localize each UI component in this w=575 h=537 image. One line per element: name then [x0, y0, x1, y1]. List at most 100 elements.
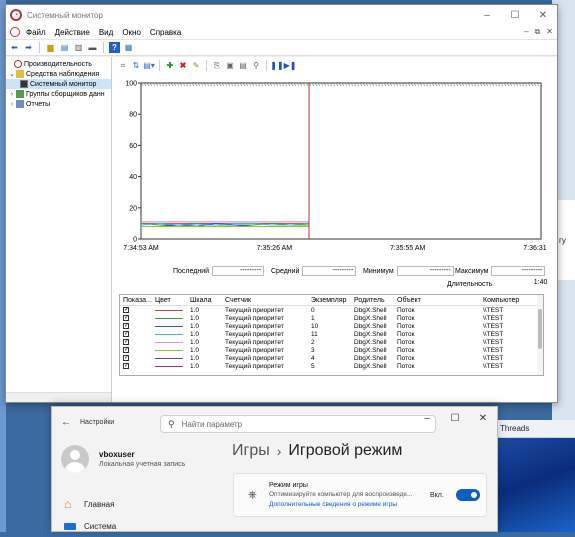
maximize-button[interactable]: ☐ [501, 5, 529, 25]
delete-counter-icon[interactable]: ✖ [178, 61, 188, 71]
breadcrumb-parent[interactable]: Игры [232, 442, 270, 460]
legend-row[interactable]: ✓ 1.0 Текущий приоритет 0 DbgX.Shell Поток \\T… [120, 306, 543, 314]
settings-close-button[interactable]: ✕ [469, 407, 497, 429]
highlight-icon[interactable]: ✎ [191, 61, 201, 71]
menu-view[interactable]: Вид [99, 28, 113, 37]
show-checkbox[interactable]: ✓ [123, 331, 129, 337]
copy-properties-icon[interactable]: ⎘ [212, 61, 222, 71]
show-checkbox-cell[interactable]: ✓ [120, 339, 155, 345]
user-card[interactable]: vboxuser Локальная учетная запись [61, 445, 185, 473]
show-checkbox-cell[interactable]: ✓ [120, 323, 155, 329]
mdi-restore-button[interactable]: ⧉ [535, 27, 541, 37]
action-pane-icon[interactable]: ▦ [123, 42, 134, 53]
show-tree-icon[interactable]: ▤ [59, 42, 70, 53]
col-object[interactable]: Объект [397, 297, 483, 304]
show-checkbox[interactable]: ✓ [123, 363, 129, 369]
up-folder-icon[interactable]: ▆ [45, 42, 56, 53]
tree-horizontal-scrollbar[interactable] [6, 392, 111, 402]
mdi-close-button[interactable]: ✕ [546, 27, 553, 37]
performance-chart[interactable]: 0 20 40 60 80 100 7:34:53 AM 7:35:26 AM 7:35:55 … [117, 75, 559, 312]
show-checkbox-cell[interactable]: ✓ [120, 315, 155, 321]
instance-cell: 2 [311, 338, 315, 346]
settings-minimize-button[interactable]: – [413, 407, 441, 429]
forward-icon[interactable]: ➡ [23, 42, 34, 53]
tree-item-data-collector-sets[interactable]: › Группы сборщиков данн [6, 89, 111, 99]
tree-item-system-monitor[interactable]: Системный монитор [6, 79, 111, 89]
change-graph-type-icon[interactable]: ▤▾ [143, 61, 155, 71]
show-checkbox[interactable]: ✓ [123, 339, 129, 345]
tree-item-label: Системный монитор [30, 80, 97, 88]
counter-cell: Текущий приоритет [225, 330, 284, 338]
x-tick-label: 7:35:26 AM [257, 245, 293, 252]
legend-row[interactable]: ✓ 1.0 Текущий приоритет 1 DbgX.Shell Поток \\T… [120, 314, 543, 322]
col-color[interactable]: Цвет [155, 297, 190, 304]
nav-item-home[interactable]: ⌂ Главная [64, 493, 116, 515]
export-icon[interactable]: ▬ [87, 42, 98, 53]
back-arrow-icon[interactable]: ← [61, 417, 71, 428]
legend-row[interactable]: ✓ 1.0 Текущий приоритет 2 DbgX.Shell Поток \\T… [120, 338, 543, 346]
properties-icon[interactable]: ▤ [238, 61, 248, 71]
legend-row[interactable]: ✓ 1.0 Текущий приоритет 3 DbgX.Shell Поток \\T… [120, 346, 543, 354]
color-swatch [155, 349, 183, 351]
help-icon[interactable]: ? [109, 42, 120, 53]
col-instance[interactable]: Экземпляр [311, 297, 354, 304]
avatar [61, 445, 89, 473]
chevron-down-icon[interactable]: ⌄ [8, 70, 16, 78]
tree-item-reports[interactable]: › Отчеты [6, 99, 111, 109]
show-checkbox[interactable]: ✓ [123, 315, 129, 321]
show-checkbox-cell[interactable]: ✓ [120, 331, 155, 337]
show-checkbox-cell[interactable]: ✓ [120, 355, 155, 361]
col-computer[interactable]: Компьютер [483, 297, 543, 304]
col-counter[interactable]: Счетчик [225, 297, 311, 304]
paste-counter-list-icon[interactable]: ▣ [225, 61, 235, 71]
show-checkbox[interactable]: ✓ [123, 347, 129, 353]
show-checkbox[interactable]: ✓ [123, 307, 129, 313]
properties-icon[interactable]: ▥ [73, 42, 84, 53]
show-checkbox[interactable]: ✓ [123, 323, 129, 329]
zoom-icon[interactable]: ⚲ [251, 61, 261, 71]
freeze-display-icon[interactable]: ❚❚ [270, 61, 283, 71]
chevron-right-icon[interactable]: › [8, 91, 16, 98]
view-log-data-icon[interactable]: ⇅ [131, 61, 141, 71]
legend-scrollbar[interactable] [537, 295, 543, 375]
game-mode-toggle[interactable] [456, 489, 480, 501]
perfmon-titlebar[interactable]: ◔ Системный монитор – ☐ ✕ [6, 5, 557, 25]
settings-search-input[interactable]: ⚲ Найти параметр [160, 415, 436, 433]
minimize-button[interactable]: – [473, 5, 501, 25]
menu-help[interactable]: Справка [150, 28, 181, 37]
col-parent[interactable]: Родитель [354, 297, 397, 304]
menu-file[interactable]: Файл [26, 28, 46, 37]
update-data-icon[interactable]: ▶❚ [284, 61, 297, 71]
view-current-activity-icon[interactable]: ⌗ [118, 61, 128, 71]
show-checkbox-cell[interactable]: ✓ [120, 363, 155, 369]
settings-titlebar[interactable]: ← Настройки ⚲ Найти параметр – ☐ ✕ [52, 407, 497, 437]
nav-item-label: Главная [84, 499, 115, 509]
instance-cell: 10 [311, 322, 319, 330]
menu-window[interactable]: Окно [122, 28, 141, 37]
legend-row[interactable]: ✓ 1.0 Текущий приоритет 5 DbgX.Shell Поток \\T… [120, 362, 543, 370]
color-swatch-cell [155, 365, 190, 367]
mdi-minimize-button[interactable]: – [524, 27, 528, 37]
legend-row[interactable]: ✓ 1.0 Текущий приоритет 11 DbgX.Shell Поток \\… [120, 330, 543, 338]
col-show[interactable]: Показа... [120, 297, 155, 304]
back-icon[interactable]: ⬅ [9, 42, 20, 53]
counter-legend: Показа... Цвет Шкала Счетчик Экземпляр Р… [119, 294, 544, 376]
show-checkbox-cell[interactable]: ✓ [120, 347, 155, 353]
computer-cell: \\TEST [483, 314, 504, 322]
tree-item-monitoring-tools[interactable]: ⌄ Средства наблюдения [6, 69, 111, 79]
y-tick-label: 100 [125, 81, 137, 88]
tree-item-performance[interactable]: Производительность [6, 59, 111, 69]
add-counter-icon[interactable]: ✚ [165, 61, 175, 71]
chevron-right-icon[interactable]: › [8, 101, 16, 108]
game-mode-learn-more-link[interactable]: Дополнительные сведения о режиме игры [269, 501, 397, 508]
nav-item-system[interactable]: Система [64, 515, 116, 537]
settings-maximize-button[interactable]: ☐ [441, 407, 469, 429]
legend-row[interactable]: ✓ 1.0 Текущий приоритет 10 DbgX.Shell Поток \\… [120, 322, 543, 330]
show-checkbox[interactable]: ✓ [123, 355, 129, 361]
col-scale[interactable]: Шкала [190, 297, 225, 304]
show-checkbox-cell[interactable]: ✓ [120, 307, 155, 313]
close-button[interactable]: ✕ [529, 5, 557, 25]
y-tick-label: 80 [129, 112, 137, 119]
legend-row[interactable]: ✓ 1.0 Текущий приоритет 4 DbgX.Shell Поток \\T… [120, 354, 543, 362]
menu-action[interactable]: Действие [55, 28, 90, 37]
